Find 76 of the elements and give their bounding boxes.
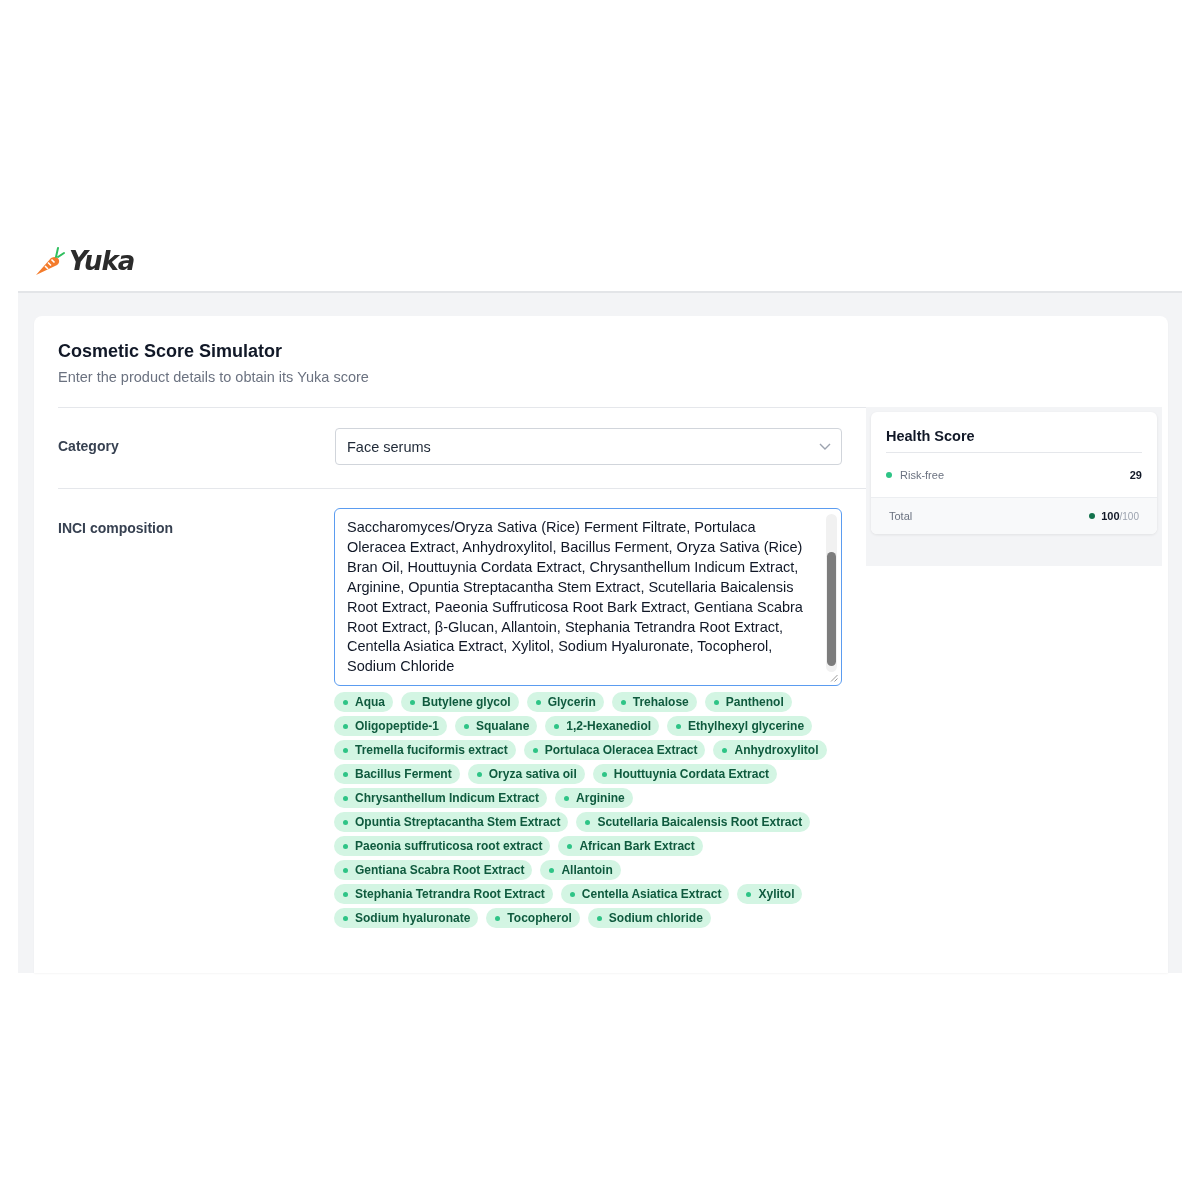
status-dot-icon <box>343 771 348 777</box>
ingredient-tag: Squalane <box>455 716 538 736</box>
status-dot-icon <box>569 891 575 897</box>
ingredient-tag: Chrysanthellum Indicum Extract <box>334 788 548 808</box>
status-dot-icon <box>532 747 538 753</box>
status-dot-icon <box>495 915 501 921</box>
ingredient-tag: Aqua <box>334 692 393 712</box>
ingredient-tag: Paeonia suffruticosa root extract <box>334 836 551 856</box>
ingredient-tag: Oryza sativa oil <box>467 764 585 784</box>
ingredient-tag: Allantoin <box>540 860 621 880</box>
ingredient-tag: Centella Asiatica Extract <box>560 884 730 904</box>
inci-textarea[interactable]: Saccharomyces/Oryza Sativa (Rice) Ferment Filtrate, Portulaca Oleracea Extract, Anhydroxylitol, Bacillus Ferment, Oryza Sativa (Rice) Bran Oil, Houttuynia Cordata Extract, Chrysanthellum Indicum Extract, Arginine, Opuntia Streptacantha Stem Extract, Scutellaria Baicalensis Root Extract, Paeonia Suffruticosa Root Bark Extract, Gentiana Scabra Root Extract, β-Glucan, Allantoin, Stephania Tetrandra Root Extract, Centella Asiatica Extract, Xylitol, Sodium Hyaluronate, Tocopherol, Sodium Chloride <box>334 508 842 686</box>
total-max: /100 <box>1119 510 1139 522</box>
status-dot-icon <box>410 699 415 705</box>
carrot-icon <box>34 244 65 277</box>
status-dot-icon <box>343 891 348 897</box>
simulator-title: Cosmetic Score Simulator <box>58 340 284 362</box>
status-dot-icon <box>343 867 348 873</box>
status-dot-icon <box>343 699 348 705</box>
status-dot-icon <box>585 819 591 825</box>
status-dot-icon <box>601 771 607 777</box>
health-score-title: Health Score <box>886 428 976 445</box>
status-dot-icon <box>722 747 728 753</box>
resize-handle-icon[interactable] <box>830 674 838 682</box>
scrollbar-track[interactable] <box>826 514 837 672</box>
ingredient-tag: Opuntia Streptacantha Stem Extract <box>334 812 569 832</box>
ingredient-tag: 1,2-Hexanediol <box>545 716 660 736</box>
status-dot-icon <box>343 843 348 849</box>
status-dot-icon <box>713 699 719 705</box>
status-dot-icon <box>535 699 541 705</box>
total-label: Total <box>889 510 914 522</box>
ingredient-tag: Tremella fuciformis extract <box>334 740 516 760</box>
status-dot-icon <box>343 915 348 921</box>
ingredient-tag: Butylene glycol <box>401 692 519 712</box>
ingredient-tag: Ethylhexyl glycerine <box>667 716 813 736</box>
scrollbar-thumb[interactable] <box>827 552 836 666</box>
status-dot-icon <box>343 819 348 825</box>
chevron-down-icon <box>819 443 831 450</box>
logo-text: Yuka <box>69 245 135 276</box>
status-dot-icon <box>343 723 348 729</box>
status-dot-icon <box>567 843 573 849</box>
ingredient-tag: Glycerin <box>526 692 604 712</box>
status-dot-icon <box>343 747 348 753</box>
status-dot-icon <box>596 915 602 921</box>
ingredient-tag: Houttuynia Cordata Extract <box>592 764 778 784</box>
ingredient-tag: Panthenol <box>704 692 792 712</box>
ingredient-tag: Bacillus Ferment <box>334 764 460 784</box>
ingredient-tag: Sodium chloride <box>587 908 711 928</box>
ingredient-tag: Xylitol <box>737 884 803 904</box>
total-value: 100 <box>1101 510 1120 522</box>
ingredient-tag: Arginine <box>555 788 633 808</box>
status-dot-icon <box>620 699 626 705</box>
status-dot-icon <box>564 795 570 801</box>
ingredient-tag: Tocopherol <box>486 908 580 928</box>
ingredient-tag: African Bark Extract <box>558 836 703 856</box>
field-label: INCI composition <box>58 519 174 536</box>
status-dot-icon <box>549 867 555 873</box>
score-label: Risk-free <box>900 469 945 481</box>
ingredient-tag: Trehalose <box>611 692 697 712</box>
ingredient-tag: Sodium hyaluronate <box>334 908 479 928</box>
status-dot-icon <box>343 795 348 801</box>
ingredient-tag: Scutellaria Baicalensis Root Extract <box>576 812 811 832</box>
status-dot-icon <box>554 723 560 729</box>
ingredient-tag: Portulaca Oleracea Extract <box>523 740 706 760</box>
status-dot-icon <box>464 723 469 729</box>
ingredient-tag: Stephania Tetrandra Root Extract <box>334 884 553 904</box>
category-select[interactable]: Face serums <box>335 428 842 465</box>
status-dot-icon <box>476 771 482 777</box>
ingredient-tag: Oligopeptide-1 <box>334 716 447 736</box>
ingredient-tag: Anhydroxylitol <box>713 740 827 760</box>
ingredient-tag: Gentiana Scabra Root Extract <box>334 860 533 880</box>
status-dot-icon <box>676 723 682 729</box>
field-label: Category <box>58 437 119 454</box>
score-value: 29 <box>1129 469 1142 481</box>
status-dot-icon <box>746 891 752 897</box>
simulator-subtitle: Enter the product details to obtain its Yuka score <box>58 368 370 387</box>
